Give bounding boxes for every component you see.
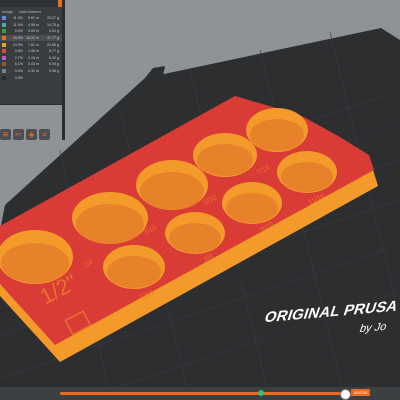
stat-percent: 24.9% xyxy=(12,42,23,47)
stats-row: 0.0% xyxy=(0,74,64,81)
hole xyxy=(103,245,165,289)
stats-row: 6.1% 0.03 m 0.09 g xyxy=(0,61,64,68)
stats-row: 9.6% 1.96 m 5.77 g xyxy=(0,48,64,55)
perspective-icon[interactable]: ⌗ xyxy=(39,129,50,140)
hole xyxy=(222,182,282,224)
panel-edge xyxy=(62,0,65,140)
stat-percent: 6.1% xyxy=(14,62,23,67)
stat-percent: 0.0% xyxy=(14,29,23,34)
cut-icon[interactable]: ✂ xyxy=(13,129,24,140)
stat-percent: 9.6% xyxy=(14,49,23,54)
stat-length: 7.81 m xyxy=(28,42,39,47)
layers-icon[interactable]: ≋ xyxy=(0,129,11,140)
color-swatch xyxy=(2,55,6,60)
header-used-filament: Used filament xyxy=(19,10,41,14)
stat-length: 4.96 m xyxy=(28,22,39,27)
filament-stats-panel: entage Used filament 11.3% 9.87 m 29.27 g1… xyxy=(0,0,65,105)
color-swatch xyxy=(2,69,6,74)
stat-weight: 0.01 g xyxy=(49,29,59,34)
layer-slider-thumb[interactable] xyxy=(340,389,351,400)
stat-length: 0.03 m xyxy=(28,62,39,67)
stat-weight: 6.42 g xyxy=(49,55,59,60)
color-swatch xyxy=(2,49,6,54)
stat-weight: 14.75 g xyxy=(47,22,59,27)
stats-row: 33.5% 16.02 m 47.77 g xyxy=(0,34,64,42)
stats-row: 11.0% 4.96 m 14.75 g xyxy=(0,22,64,29)
stats-row: 0.0% 0.32 m 0.96 g xyxy=(0,68,64,75)
stat-length: 1.96 m xyxy=(28,49,39,54)
stat-weight: 29.27 g xyxy=(47,16,59,21)
color-swatch xyxy=(2,16,6,21)
stat-percent: 11.0% xyxy=(13,22,23,27)
stat-weight: 23.56 g xyxy=(47,42,59,47)
layer-slider-value: 428700 xyxy=(351,389,371,396)
color-swatch xyxy=(2,62,6,67)
stats-row: 24.9% 7.81 m 23.56 g xyxy=(0,41,64,48)
stat-percent: 33.5% xyxy=(12,36,23,41)
stat-length: 16.02 m xyxy=(26,36,39,41)
hole xyxy=(136,160,208,210)
support-icon[interactable]: ◈ xyxy=(26,129,37,140)
stat-length: 9.87 m xyxy=(28,16,39,21)
stat-percent: 2.7% xyxy=(14,55,23,60)
stats-row: 11.3% 9.87 m 29.27 g xyxy=(0,15,64,22)
hole xyxy=(72,192,148,244)
hole xyxy=(193,133,257,177)
color-swatch xyxy=(2,36,6,41)
stat-weight: 0.09 g xyxy=(49,62,59,67)
stat-percent: 11.3% xyxy=(13,16,23,21)
stats-rows: 11.3% 9.87 m 29.27 g 11.0% 4.96 m 14.75 g 0.0%… xyxy=(0,15,64,81)
stat-length: 0.00 m xyxy=(28,29,39,34)
color-swatch xyxy=(2,42,6,47)
stat-weight: 47.77 g xyxy=(47,36,59,41)
stat-weight: 5.77 g xyxy=(49,49,59,54)
stat-percent: 0.0% xyxy=(14,69,23,74)
panel-titlebar xyxy=(0,0,64,7)
hole xyxy=(246,108,308,152)
color-swatch xyxy=(2,29,6,34)
stats-row: 2.7% 2.15 m 6.42 g xyxy=(0,55,64,62)
hole xyxy=(165,212,225,254)
stats-row: 0.0% 0.00 m 0.01 g xyxy=(0,28,64,35)
color-swatch xyxy=(2,22,6,27)
hole xyxy=(277,151,337,193)
view-toolbar: ≋ ✂ ◈ ⌗ xyxy=(0,129,50,140)
stat-weight: 0.96 g xyxy=(49,69,59,74)
layer-slider-track[interactable] xyxy=(60,392,345,395)
layer-slider-marker[interactable] xyxy=(258,390,264,396)
stat-length: 2.15 m xyxy=(28,55,39,60)
header-percentage: entage xyxy=(2,10,13,14)
stat-length: 0.32 m xyxy=(28,69,39,74)
color-swatch xyxy=(2,75,6,80)
stat-percent: 0.0% xyxy=(14,75,23,80)
